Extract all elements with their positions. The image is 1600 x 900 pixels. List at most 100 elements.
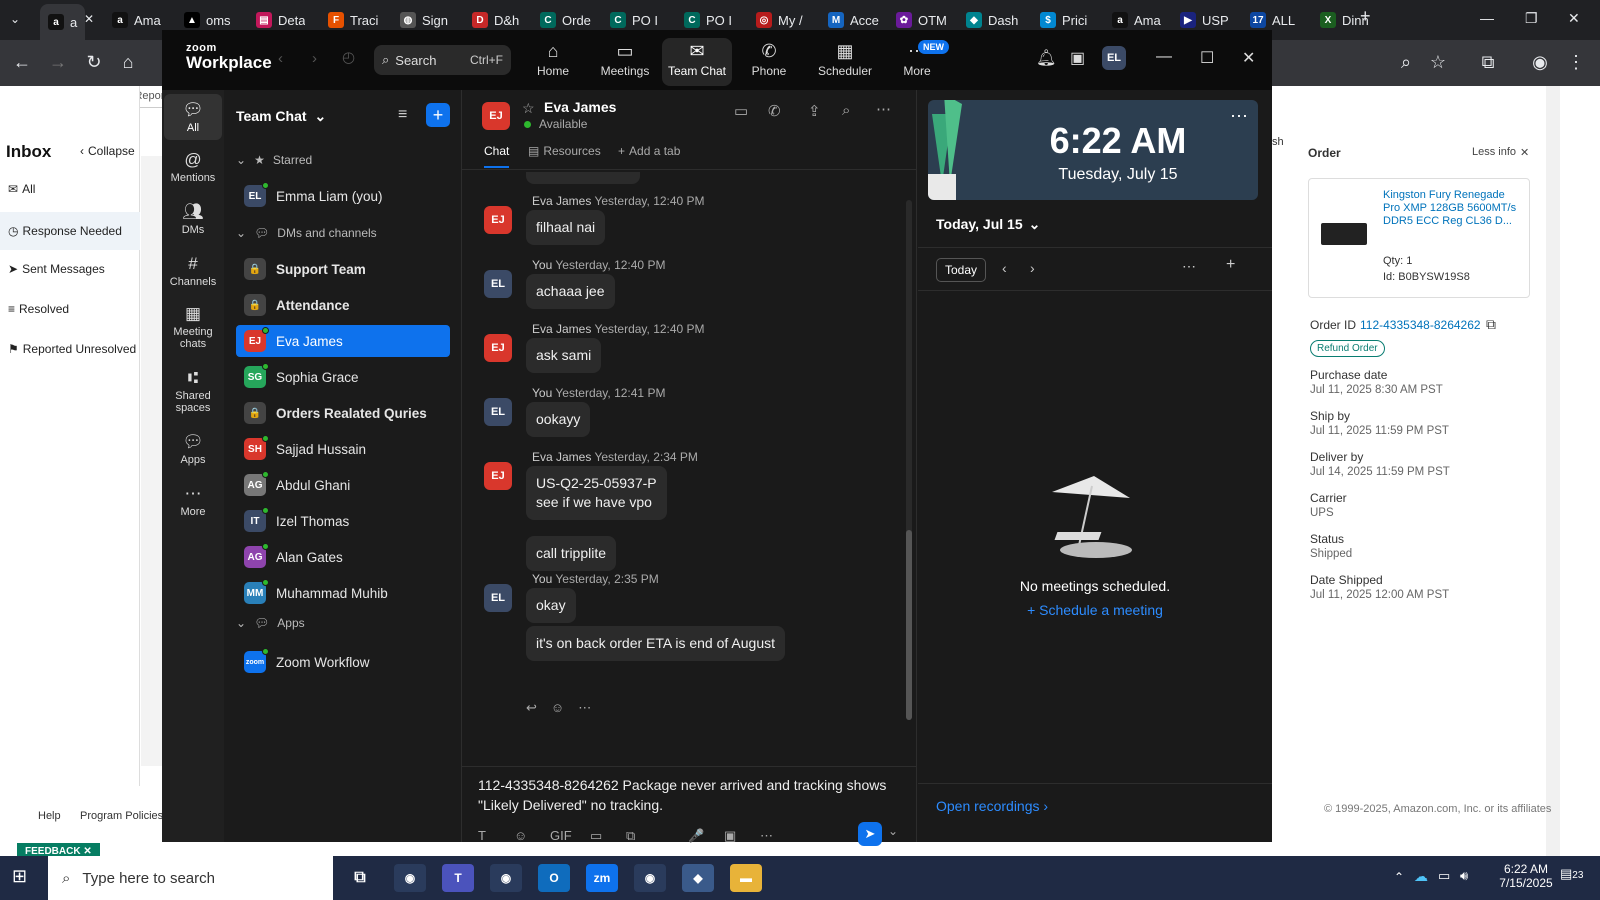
clock-more-icon[interactable]: ⋯ [1230,106,1248,127]
video-message-icon[interactable]: ▣ [724,828,736,844]
contact-avatar[interactable]: EJ [482,102,510,130]
phone-call-icon[interactable]: ✆ [768,102,781,120]
scrollbar-thumb[interactable] [906,530,912,720]
calendar-more-icon[interactable]: ⋯ [1182,258,1196,275]
next-day-icon[interactable]: › [1030,260,1035,276]
message-bubble[interactable]: filhaal nai [526,210,606,245]
message-bubble[interactable]: call tripplite [526,536,617,571]
add-tab-button[interactable]: + Add a tab [618,144,680,158]
message-avatar[interactable]: EL [484,584,512,612]
product-title-link[interactable]: Kingston Fury Renegade Pro XMP 128GB 560… [1383,189,1523,228]
chrome-icon-3[interactable]: ◉ [634,864,666,892]
message-bubble[interactable]: okay [526,588,576,623]
share-screen-icon[interactable]: ⇪ [808,102,821,120]
tab-home[interactable]: ⌂ Home [518,38,588,86]
volume-icon[interactable]: 🔊︎ [1460,868,1468,884]
file-icon[interactable]: ▭ [590,828,602,844]
notifications-icon[interactable]: ▤23 [1560,866,1583,882]
extensions-icon[interactable]: ⧉ [1476,52,1500,73]
tab-chat[interactable]: Chat [484,144,510,168]
dms-section[interactable]: ⌄ 💬︎ DMs and channels [236,226,377,240]
forward-icon[interactable]: → [46,52,70,73]
rail-mentions[interactable]: @ Mentions [164,148,222,184]
chat-list-item[interactable]: SG Sophia Grace [236,361,450,393]
tab-scheduler[interactable]: ▦ Scheduler [810,38,880,86]
chat-list-item[interactable]: SH Sajjad Hussain [236,433,450,465]
message-avatar[interactable]: EL [484,398,512,426]
close-tab-icon[interactable]: ✕ [84,12,94,26]
new-chat-button[interactable]: + [426,103,450,127]
tab-team-chat[interactable]: ✉ Team Chat [662,38,732,86]
more-options-icon[interactable]: ⋯ [876,100,891,118]
chrome-icon-2[interactable]: ◉ [490,864,522,892]
gift-icon[interactable]: ▣ [1070,48,1085,68]
compose-input[interactable]: 112-4335348-8264262 Package never arrive… [478,775,908,815]
chat-list-item[interactable]: EL Emma Liam (you) [236,180,450,212]
bookmark-star-icon[interactable]: ☆ [1426,52,1450,73]
send-options-icon[interactable]: ⌄ [888,824,898,838]
contact-name[interactable]: Eva James [544,99,616,115]
message-avatar[interactable]: EJ [484,462,512,490]
task-view-icon[interactable]: ⧉ [344,864,376,892]
network-icon[interactable]: ▭ [1438,868,1450,884]
chat-list-item[interactable]: AG Alan Gates [236,541,450,573]
app-icon[interactable]: ◆ [682,864,714,892]
show-hidden-icons[interactable]: ⌃ [1394,870,1404,884]
back-icon[interactable]: ← [10,52,34,73]
video-call-icon[interactable]: ▭ [734,102,748,120]
filter-icon[interactable]: ≡ [398,106,407,124]
rail-apps[interactable]: 💬︎ Apps [164,430,222,466]
reload-icon[interactable]: ↻ [82,52,106,73]
screenshot-icon[interactable]: ⧉ [626,828,635,844]
browser-tab[interactable]: aa [40,4,86,40]
format-text-icon[interactable]: T [478,828,486,843]
apps-section[interactable]: ⌄ 💬︎ Apps [236,616,305,630]
rail-meeting-chats[interactable]: ▦ Meeting chats [164,302,222,350]
message-avatar[interactable]: EJ [484,334,512,362]
collapse-button[interactable]: ‹ Collapse [80,144,135,158]
help-link[interactable]: Help [38,810,61,822]
chat-list-item[interactable]: 🔒 Support Team [236,253,450,285]
message-avatar[interactable]: EJ [484,206,512,234]
refund-order-button[interactable]: Refund Order [1310,340,1385,357]
starred-section[interactable]: ⌄ ★ Starred [236,153,312,167]
notification-bell-icon[interactable]: 🔔︎ [1036,48,1056,68]
team-chat-dropdown[interactable]: Team Chat ⌄ [236,108,326,125]
emoji-reaction-icon[interactable]: ☺ [551,700,564,716]
copy-icon[interactable]: ⧉ [1486,316,1496,333]
taskbar-search[interactable]: ⌕ Type here to search [48,856,333,900]
message-bubble[interactable]: ask sami [526,338,602,373]
browser-menu-icon[interactable]: ⋮ [1564,52,1588,73]
message-bubble[interactable]: achaaa jee [526,274,615,309]
rail-more[interactable]: ⋯ More [164,482,222,518]
close-browser-icon[interactable]: ✕ [1568,10,1580,27]
chat-list-item[interactable]: zoom Zoom Workflow [236,646,450,678]
outlook-icon[interactable]: O [538,864,570,892]
teams-icon[interactable]: T [442,864,474,892]
date-dropdown[interactable]: Today, Jul 15 ⌄ [936,216,1040,233]
microphone-icon[interactable]: 🎤 [688,828,704,844]
profile-icon[interactable]: ◉ [1528,52,1552,73]
nav-reported-unresolved[interactable]: ⚑ Reported Unresolved [8,342,136,356]
minimize-icon[interactable]: — [1156,48,1172,66]
tab-meetings[interactable]: ▭ Meetings [590,38,660,86]
new-tab-icon[interactable]: + [1360,6,1371,27]
send-button[interactable]: ➤ [858,822,882,846]
search-icon[interactable]: ⌕ [842,102,850,119]
chat-scrollbar[interactable] [906,200,912,720]
chat-list-item[interactable]: EJ Eva James [236,325,450,357]
nav-sent-messages[interactable]: ➤ Sent Messages [8,262,105,276]
home-icon[interactable]: ⌂ [116,52,140,73]
rail-dms[interactable]: 👥︎ DMs [164,200,222,236]
tab-search-icon[interactable]: ⌄ [10,12,20,26]
program-policies-link[interactable]: Program Policies [80,810,163,822]
file-explorer-icon[interactable]: ▬ [730,864,762,892]
onedrive-icon[interactable]: ☁ [1414,868,1428,885]
rail-channels[interactable]: # Channels [164,252,222,288]
user-avatar[interactable]: EL [1102,46,1126,70]
tab-resources[interactable]: ▤ Resources [528,144,601,158]
minimize-browser-icon[interactable]: — [1480,10,1494,26]
zoom-taskbar-icon[interactable]: zm [586,864,618,892]
nav-resolved[interactable]: ≡ Resolved [8,302,69,316]
page-scrollbar[interactable] [1546,86,1560,856]
